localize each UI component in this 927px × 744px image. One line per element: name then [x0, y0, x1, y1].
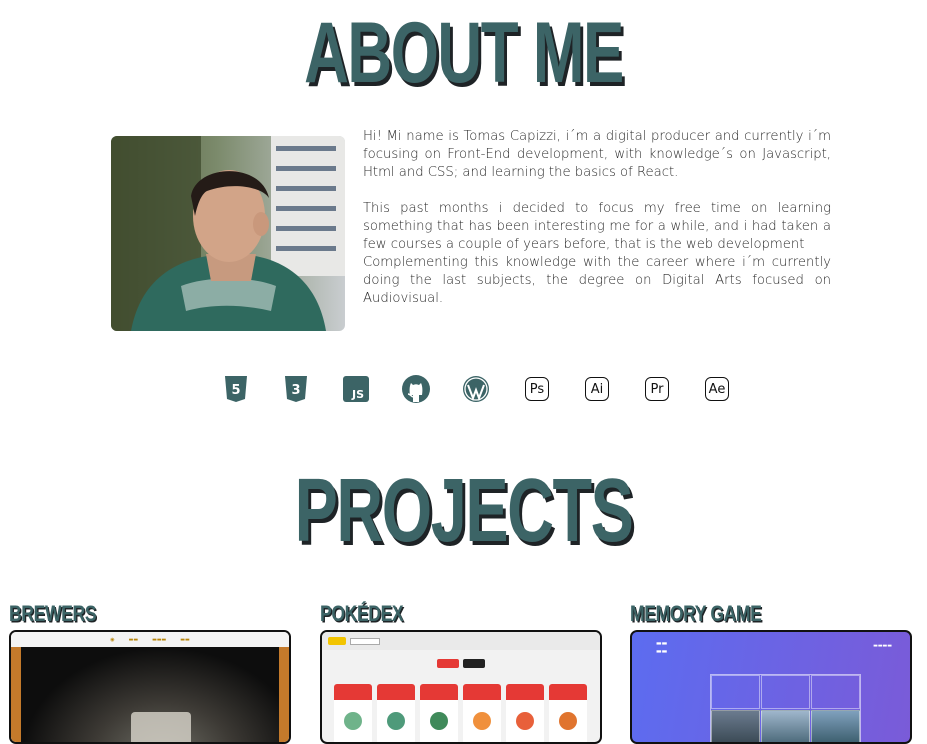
photoshop-icon: Ps: [523, 375, 551, 403]
project-card-brewers[interactable]: ◉ ▬▬ ▬▬▬ ▬▬: [9, 630, 291, 744]
pokedex-preview-cards: [334, 684, 587, 742]
brewers-preview-nav: ◉ ▬▬ ▬▬▬ ▬▬: [11, 632, 289, 647]
html5-label: 5: [231, 383, 240, 398]
about-title: ABOUT ME: [304, 5, 624, 101]
javascript-icon: JS: [342, 375, 370, 403]
project-title-pokedex: POKÉDEX: [320, 601, 404, 626]
bio-paragraph: This past months i decided to focus my f…: [363, 201, 831, 252]
memory-preview-header: ▬▬ ▬▬: [656, 640, 668, 655]
brewers-preview-image: [11, 647, 289, 742]
project-card-memory-game[interactable]: ▬▬ ▬▬ ▬▬▬▬: [630, 630, 912, 744]
projects-title: PROJECTS: [294, 461, 634, 561]
javascript-label: JS: [351, 388, 364, 401]
photoshop-label: Ps: [525, 377, 549, 401]
bio-text: Hi! Mi name is Tomas Capizzi, i´m a digi…: [363, 128, 831, 308]
project-card-pokedex[interactable]: [320, 630, 602, 744]
illustrator-icon: Ai: [583, 375, 611, 403]
html5-icon: 5: [222, 375, 250, 403]
after-effects-label: Ae: [705, 377, 729, 401]
skills-icons: 5 3 JS Ps Ai Pr Ae: [0, 375, 927, 405]
pokedex-preview-buttons: [322, 659, 600, 668]
project-title-brewers: BREWERS: [9, 601, 97, 626]
premiere-label: Pr: [645, 377, 669, 401]
css3-label: 3: [291, 383, 300, 398]
bio-paragraph: Complementing this knowledge with the ca…: [363, 255, 831, 306]
github-icon: [402, 375, 430, 403]
memory-preview-lives: ▬▬▬▬: [873, 643, 892, 649]
css3-icon: 3: [282, 375, 310, 403]
profile-photo: [111, 136, 345, 331]
after-effects-icon: Ae: [703, 375, 731, 403]
project-title-memory-game: MEMORY GAME: [630, 601, 762, 626]
pokedex-preview-header: [322, 632, 600, 650]
illustrator-label: Ai: [585, 377, 609, 401]
bio-paragraph: Hi! Mi name is Tomas Capizzi, i´m a digi…: [363, 129, 831, 180]
wordpress-icon: [462, 375, 490, 403]
premiere-icon: Pr: [643, 375, 671, 403]
